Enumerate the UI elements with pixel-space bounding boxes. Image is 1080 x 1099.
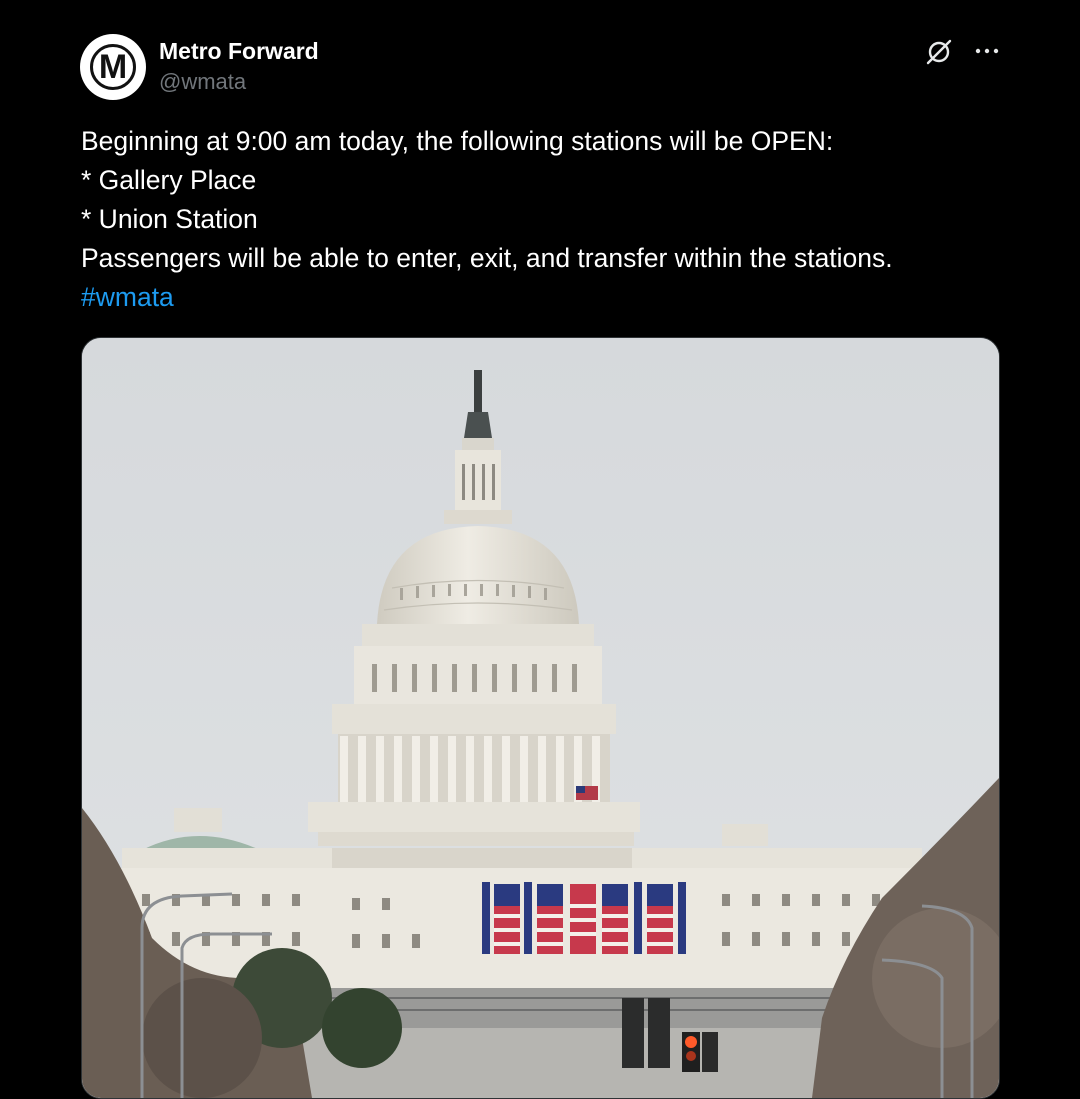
tweet-text: Beginning at 9:00 am today, the followin…: [81, 122, 1011, 317]
tweet-line: Passengers will be able to enter, exit, …: [81, 243, 893, 273]
tweet-line: * Gallery Place: [81, 165, 257, 195]
hashtag-link[interactable]: #wmata: [81, 278, 1011, 317]
tweet-line: * Union Station: [81, 204, 258, 234]
tweet-line: Beginning at 9:00 am today, the followin…: [81, 126, 834, 156]
author-names: Metro Forward @wmata: [159, 36, 319, 97]
avatar[interactable]: M: [80, 34, 146, 100]
slashed-circle-icon[interactable]: [924, 36, 954, 66]
display-name[interactable]: Metro Forward: [159, 36, 319, 66]
user-handle[interactable]: @wmata: [159, 67, 319, 97]
metro-logo-icon: M: [90, 44, 136, 90]
capitol-building-photo: [82, 338, 999, 1098]
header-actions: [924, 34, 1000, 68]
tweet-header: M Metro Forward @wmata: [80, 34, 1000, 100]
tweet-media-photo[interactable]: [81, 337, 1000, 1099]
more-horizontal-icon[interactable]: [974, 46, 1000, 56]
